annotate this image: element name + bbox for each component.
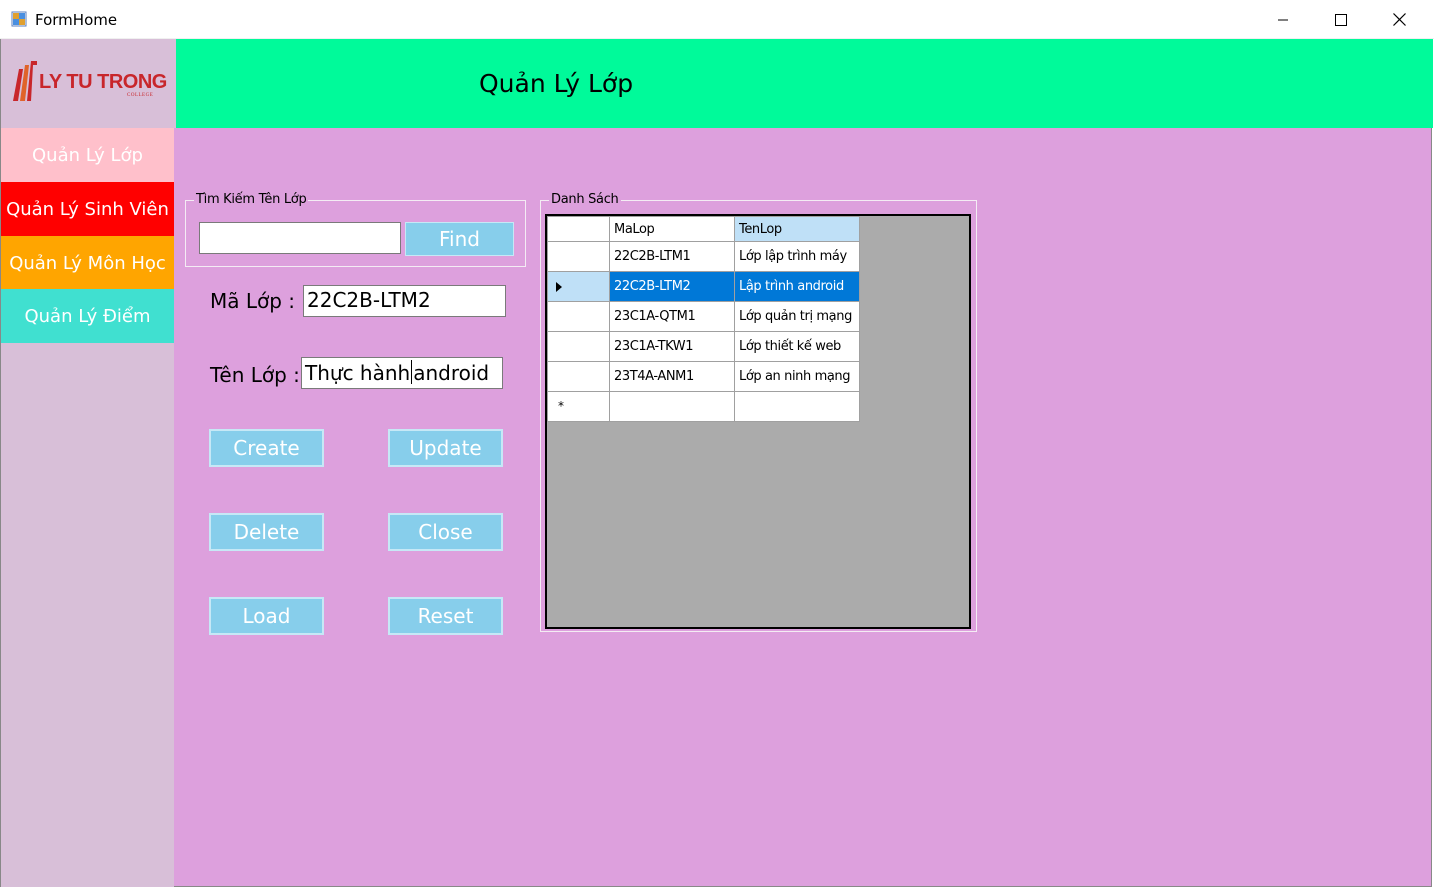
app-icon xyxy=(11,11,27,27)
row-header[interactable] xyxy=(547,241,610,272)
table-row[interactable]: 23C1A-TKW1 Lớp thiết kế web xyxy=(547,331,860,362)
cell-tenlop[interactable]: Lớp quản trị mạng xyxy=(734,301,860,332)
nav-quan-ly-diem[interactable]: Quản Lý Điểm xyxy=(1,289,174,343)
nav-quan-ly-lop[interactable]: Quản Lý Lớp xyxy=(1,128,174,182)
class-table: MaLop TenLop 22C2B-LTM1 Lớp lập trình má… xyxy=(547,216,860,422)
class-data-grid[interactable]: MaLop TenLop 22C2B-LTM1 Lớp lập trình má… xyxy=(545,214,971,629)
new-row-marker: * xyxy=(558,399,564,413)
page-title: Quản Lý Lớp xyxy=(479,69,634,98)
cell-malop[interactable]: 22C2B-LTM2 xyxy=(609,271,735,302)
form-client-area: LY TU TRONG COLLEGE Quản Lý Lớp Quản Lý … xyxy=(0,39,1433,887)
table-row[interactable]: 23C1A-QTM1 Lớp quản trị mạng xyxy=(547,301,860,332)
ma-lop-input[interactable]: 22C2B-LTM2 xyxy=(303,285,506,317)
table-row[interactable]: 23T4A-ANM1 Lớp an ninh mạng xyxy=(547,361,860,392)
cell-malop[interactable]: 22C2B-LTM1 xyxy=(609,241,735,272)
search-group-label: Tìm Kiếm Tên Lớp xyxy=(194,192,309,207)
search-groupbox: Tìm Kiếm Tên Lớp Find xyxy=(185,192,526,267)
search-input[interactable] xyxy=(199,222,401,254)
cell-tenlop[interactable]: Lớp thiết kế web xyxy=(734,331,860,362)
nav-quan-ly-mon-hoc[interactable]: Quản Lý Môn Học xyxy=(1,236,174,290)
row-header[interactable] xyxy=(547,331,610,362)
update-button[interactable]: Update xyxy=(388,429,503,467)
ma-lop-label: Mã Lớp : xyxy=(210,289,296,313)
row-header-corner[interactable] xyxy=(547,216,610,242)
cell-malop[interactable]: 23C1A-QTM1 xyxy=(609,301,735,332)
table-header-row: MaLop TenLop xyxy=(547,216,860,242)
danh-sach-label: Danh Sách xyxy=(549,192,621,207)
row-header[interactable] xyxy=(547,271,610,302)
load-button[interactable]: Load xyxy=(209,597,324,635)
ten-lop-text-before-caret: Thực hành xyxy=(305,361,411,385)
logo-text: LY TU TRONG xyxy=(39,71,167,93)
ten-lop-label: Tên Lớp : xyxy=(210,363,300,387)
cell-tenlop[interactable]: Lớp an ninh mạng xyxy=(734,361,860,392)
row-header[interactable] xyxy=(547,301,610,332)
ten-lop-input[interactable]: Thực hành android xyxy=(301,357,503,389)
close-button[interactable]: Close xyxy=(388,513,503,551)
table-row[interactable]: 22C2B-LTM1 Lớp lập trình máy xyxy=(547,241,860,272)
cell-malop[interactable]: 23T4A-ANM1 xyxy=(609,361,735,392)
cell-malop[interactable]: 23C1A-TKW1 xyxy=(609,331,735,362)
table-row-selected[interactable]: 22C2B-LTM2 Lập trình android xyxy=(547,271,860,302)
cell-tenlop[interactable]: Lập trình android xyxy=(734,271,860,302)
logo-mark-icon xyxy=(13,61,37,101)
minimize-button[interactable] xyxy=(1254,0,1312,39)
delete-button[interactable]: Delete xyxy=(209,513,324,551)
window-title: FormHome xyxy=(35,11,118,29)
current-row-arrow-icon xyxy=(556,281,562,292)
find-button[interactable]: Find xyxy=(405,222,514,256)
row-header[interactable] xyxy=(547,361,610,392)
cell-malop-new[interactable] xyxy=(609,391,735,422)
column-header-malop[interactable]: MaLop xyxy=(609,216,735,242)
logo-subtext: COLLEGE xyxy=(127,93,154,98)
cell-tenlop[interactable]: Lớp lập trình máy xyxy=(734,241,860,272)
row-header[interactable]: * xyxy=(547,391,610,422)
minimize-icon xyxy=(1278,19,1288,20)
create-button[interactable]: Create xyxy=(209,429,324,467)
close-icon xyxy=(1392,13,1406,26)
nav-quan-ly-sinh-vien[interactable]: Quản Lý Sinh Viên xyxy=(1,182,174,236)
cell-tenlop-new[interactable] xyxy=(734,391,860,422)
danh-sach-groupbox: Danh Sách MaLop TenLop 22C2B-LTM1 Lớp lậ… xyxy=(540,192,977,632)
title-bar: FormHome xyxy=(0,0,1434,39)
sidebar: LY TU TRONG COLLEGE Quản Lý Lớp Quản Lý … xyxy=(1,39,176,887)
ten-lop-text-after-caret: android xyxy=(413,361,490,385)
logo: LY TU TRONG COLLEGE xyxy=(1,39,176,128)
table-new-row[interactable]: * xyxy=(547,391,860,422)
maximize-button[interactable] xyxy=(1312,0,1370,39)
maximize-icon xyxy=(1335,13,1347,26)
close-window-button[interactable] xyxy=(1370,0,1428,39)
header-banner: Quản Lý Lớp xyxy=(176,39,1433,128)
reset-button[interactable]: Reset xyxy=(388,597,503,635)
column-header-tenlop[interactable]: TenLop xyxy=(734,216,860,242)
